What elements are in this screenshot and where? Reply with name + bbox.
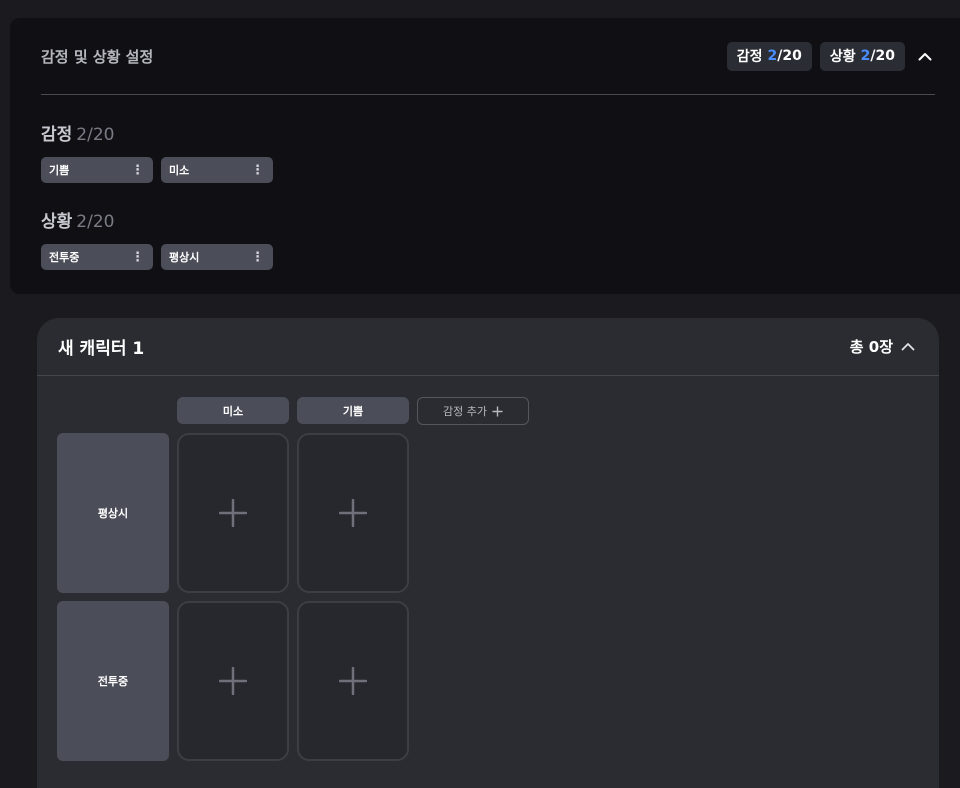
emotion-section-count: 2/20 <box>76 125 115 145</box>
situation-count-badge: 상황 2 /20 <box>819 41 905 71</box>
emotion-chip-label: 미소 <box>169 164 190 177</box>
chevron-up-icon <box>901 343 915 351</box>
kebab-menu-icon[interactable]: ⋮ <box>251 251 264 264</box>
character-total-count: 총 0장 <box>849 338 893 356</box>
kebab-menu-icon[interactable]: ⋮ <box>131 164 144 177</box>
emotion-chip[interactable]: 기쁨 ⋮ <box>41 157 153 183</box>
character-collapse-toggle[interactable]: 총 0장 <box>850 336 915 357</box>
emotion-badge-count: 2 <box>767 48 778 64</box>
situation-row-label[interactable]: 평상시 <box>57 433 169 593</box>
character-header: 새 캐릭터 1 총 0장 <box>37 318 939 376</box>
situation-badge-total: /20 <box>870 48 895 64</box>
emotion-column-header[interactable]: 기쁨 <box>297 397 409 424</box>
situation-row-label[interactable]: 전투중 <box>57 601 169 761</box>
chevron-up-icon <box>918 52 932 60</box>
settings-title: 감정 및 상황 설정 <box>41 47 154 66</box>
add-image-cell[interactable] <box>297 601 409 761</box>
situation-chip[interactable]: 평상시 ⋮ <box>161 244 273 270</box>
add-emotion-label: 감정 추가 <box>443 405 487 418</box>
emotion-chip[interactable]: 미소 ⋮ <box>161 157 273 183</box>
emotion-section-title: 감정 2/20 <box>41 120 114 145</box>
emotion-chip-list: 기쁨 ⋮ 미소 ⋮ <box>41 157 273 183</box>
situation-chip-label: 평상시 <box>169 251 200 264</box>
situation-section-label: 상황 <box>41 212 73 232</box>
kebab-menu-icon[interactable]: ⋮ <box>131 251 144 264</box>
situation-section-title: 상황 2/20 <box>41 207 114 232</box>
collapse-settings-button[interactable] <box>915 46 935 66</box>
emotion-badge-label: 감정 <box>736 49 763 65</box>
character-title: 새 캐릭터 1 <box>58 339 145 359</box>
plus-icon <box>219 499 247 527</box>
emotion-count-badge: 감정 2 /20 <box>726 41 812 71</box>
add-image-cell[interactable] <box>177 433 289 593</box>
emotion-section-label: 감정 <box>41 125 73 145</box>
plus-icon <box>219 667 247 695</box>
add-emotion-button[interactable]: 감정 추가 <box>417 397 529 425</box>
settings-header-actions: 감정 2 /20 상황 2 /20 <box>726 41 935 71</box>
plus-icon <box>339 499 367 527</box>
emotion-badge-total: /20 <box>777 48 802 64</box>
kebab-menu-icon[interactable]: ⋮ <box>251 164 264 177</box>
situation-chip-label: 전투중 <box>49 251 80 264</box>
plus-icon <box>492 406 503 416</box>
situation-badge-label: 상황 <box>829 49 856 65</box>
situation-chip-list: 전투중 ⋮ 평상시 ⋮ <box>41 244 273 270</box>
emotion-situation-settings-panel: 감정 및 상황 설정 감정 2 /20 상황 2 /20 감정2/20 기쁨 <box>10 18 960 294</box>
situation-badge-count: 2 <box>860 48 871 64</box>
add-image-cell[interactable] <box>297 433 409 593</box>
settings-header: 감정 및 상황 설정 감정 2 /20 상황 2 /20 <box>41 18 935 95</box>
situation-section-count: 2/20 <box>76 212 115 232</box>
add-image-cell[interactable] <box>177 601 289 761</box>
emotion-chip-label: 기쁨 <box>49 164 70 177</box>
plus-icon <box>339 667 367 695</box>
emotion-column-header[interactable]: 미소 <box>177 397 289 424</box>
character-panel: 새 캐릭터 1 총 0장 미소 기쁨 감정 추가 평상시 전투중 <box>37 318 939 788</box>
situation-chip[interactable]: 전투중 ⋮ <box>41 244 153 270</box>
